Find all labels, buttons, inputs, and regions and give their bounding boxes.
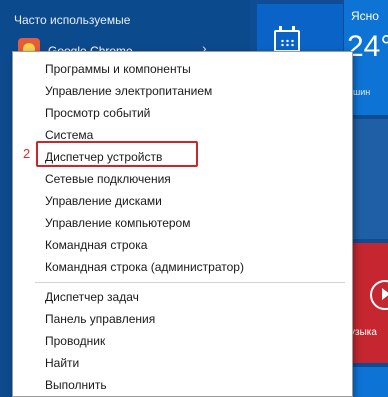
step-number: 2	[23, 146, 31, 161]
calendar-grid	[280, 39, 296, 47]
music-label: узыка	[350, 327, 377, 338]
menu-item-event-viewer[interactable]: Просмотр событий	[45, 103, 150, 123]
menu-item-task-manager[interactable]: Диспетчер задач	[45, 287, 139, 307]
context-menu: Программы и компоненты Управление электр…	[12, 51, 353, 397]
menu-item-command-prompt-admin[interactable]: Командная строка (администратор)	[45, 257, 244, 277]
menu-item-run[interactable]: Выполнить	[45, 375, 107, 395]
menu-item-computer-management[interactable]: Управление компьютером	[45, 213, 190, 233]
weather-label: Ясно	[351, 9, 379, 23]
menu-item-programs[interactable]: Программы и компоненты	[45, 59, 191, 79]
menu-separator	[35, 282, 345, 283]
menu-item-network[interactable]: Сетевые подключения	[45, 169, 171, 189]
weather-subtitle: шин	[353, 87, 371, 97]
menu-item-explorer[interactable]: Проводник	[45, 331, 105, 351]
section-title: Часто используемые	[14, 13, 131, 27]
menu-item-command-prompt[interactable]: Командная строка	[45, 235, 147, 255]
temperature: 24°	[347, 30, 388, 63]
menu-item-control-panel[interactable]: Панель управления	[45, 309, 155, 329]
play-icon	[382, 288, 388, 300]
menu-item-disk-management[interactable]: Управление дисками	[45, 191, 162, 211]
highlight-box	[36, 141, 198, 167]
menu-item-power[interactable]: Управление электропитанием	[45, 81, 212, 101]
menu-item-search[interactable]: Найти	[45, 353, 79, 373]
